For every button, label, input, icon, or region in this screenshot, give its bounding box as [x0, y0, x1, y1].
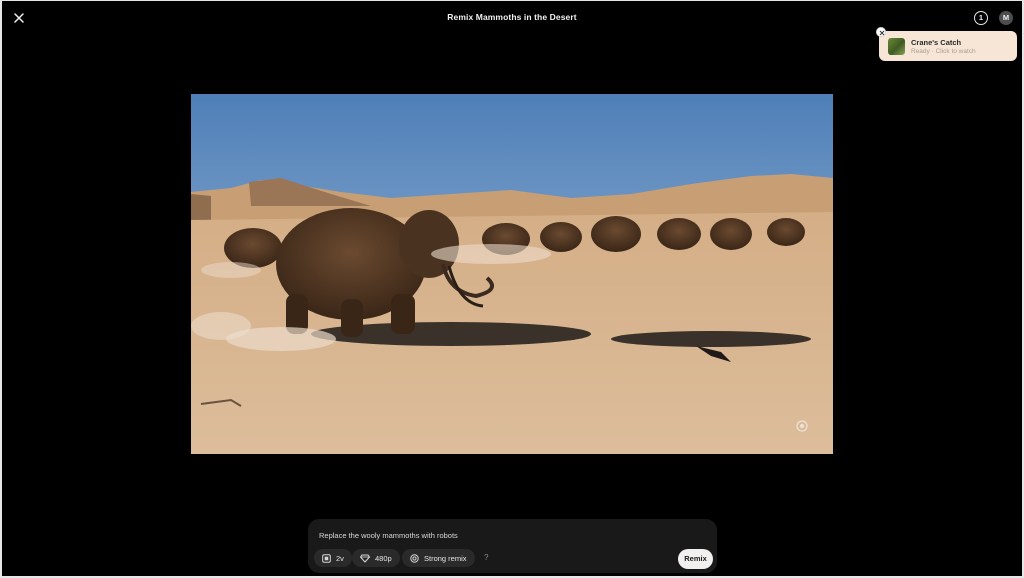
notification-count-badge[interactable]: 1	[974, 11, 988, 25]
toast-title: Crane's Catch	[911, 38, 962, 47]
remix-strength-icon	[410, 553, 419, 563]
resolution-label: 480p	[375, 553, 392, 563]
diamond-icon	[360, 554, 370, 563]
toast-thumbnail	[888, 38, 905, 55]
remix-strength-selector[interactable]: Strong remix	[402, 549, 475, 567]
ready-toast[interactable]: Crane's Catch Ready · Click to watch	[876, 27, 1017, 61]
variations-label: 2v	[336, 553, 344, 563]
variations-icon	[322, 553, 331, 563]
toast-subtitle: Ready · Click to watch	[911, 48, 976, 55]
remix-strength-label: Strong remix	[424, 553, 467, 563]
remix-prompt-panel: 2v 480p Strong remix ? Remix	[308, 519, 717, 573]
page-title: Remix Mammoths in the Desert	[447, 12, 577, 22]
resolution-selector[interactable]: 480p	[352, 549, 400, 567]
variations-selector[interactable]: 2v	[314, 549, 352, 567]
avatar[interactable]: M	[999, 11, 1013, 25]
remix-window: Remix Mammoths in the Desert 1 M Crane's…	[2, 1, 1022, 576]
help-icon[interactable]: ?	[484, 553, 488, 562]
watermark-icon	[795, 419, 809, 433]
video-preview[interactable]	[191, 94, 833, 454]
prompt-input[interactable]	[319, 529, 699, 542]
remix-button[interactable]: Remix	[678, 549, 713, 569]
toast-close-icon[interactable]	[876, 27, 886, 37]
